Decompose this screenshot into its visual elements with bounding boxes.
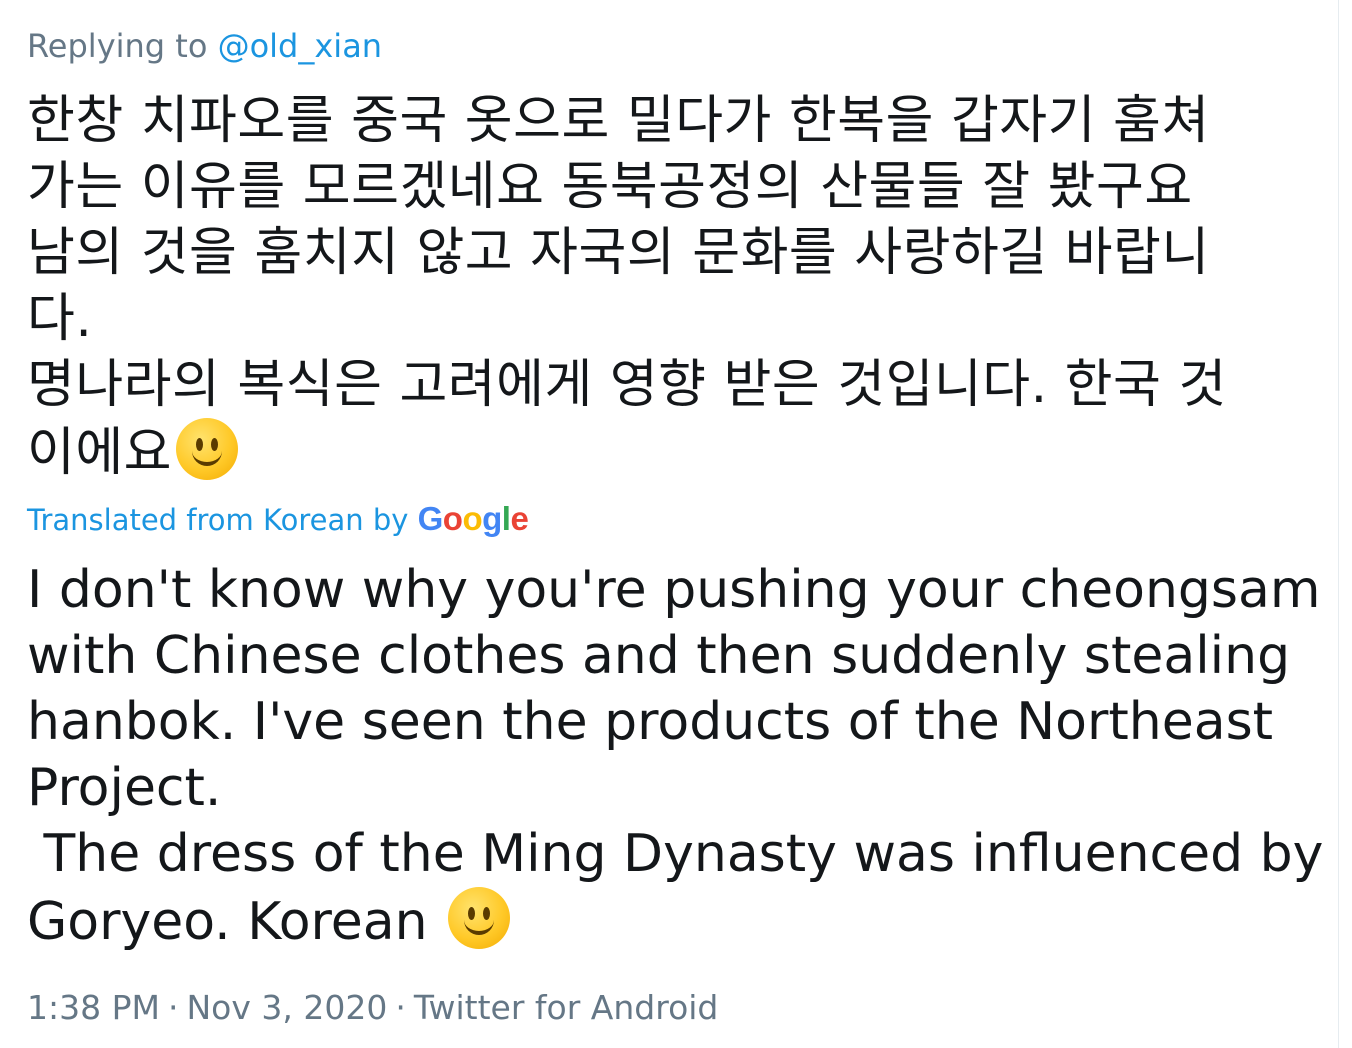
separator-dot: · [395,988,406,1027]
tweet-timestamp-line: 1:38 PM · Nov 3, 2020 · Twitter for Android [27,987,718,1029]
translated-from-link[interactable]: Translated from Korean by Google [27,500,529,539]
translated-text-line: with Chinese clothes and then suddenly s… [27,626,1291,686]
tweet-time-link[interactable]: 1:38 PM [27,988,160,1027]
tweet-detail: Replying to @old_xian 한창 치파오를 중국 옷으로 밀다가… [0,0,1338,1048]
replying-to-line: Replying to @old_xian [27,26,382,66]
separator-dot: · [167,988,179,1027]
original-text-line: 한창 치파오를 중국 옷으로 밀다가 한복을 갑자기 훔쳐 [27,91,1210,151]
original-text-line: 명나라의 복식은 고려에게 영향 받은 것입니다. 한국 것 [27,355,1227,415]
original-text-line-last: 이에요 [27,418,1317,486]
tweet-source-link[interactable]: Twitter for Android [414,988,719,1027]
original-text-line: 다. [27,289,93,349]
tweet-translated-text: I don't know why you're pushing your che… [27,557,1327,955]
google-letter: G [417,500,444,537]
original-text-line: 이에요 [27,423,173,483]
translated-text-line: I don't know why you're pushing your che… [27,560,1321,620]
translated-label: Translated from Korean by [27,503,409,537]
translated-text-line: hanbok. I've seen the products of the No… [27,692,1274,752]
google-letter: g [482,500,502,537]
original-text-line: 남의 것을 훔치지 않고 자국의 문화를 사랑하길 바랍니 [27,223,1210,283]
column-divider [1338,0,1339,1048]
google-logo: Google [418,500,529,537]
tweet-date-link[interactable]: Nov 3, 2020 [186,988,387,1027]
tweet-original-text: 한창 치파오를 중국 옷으로 밀다가 한복을 갑자기 훔쳐 가는 이유를 모르겠… [27,88,1317,486]
translated-text-line: The dress of the Ming Dynasty was influe… [27,824,1324,884]
google-letter: o [462,500,483,537]
translated-text-line: Project. [27,758,222,818]
slightly-smiling-face-icon [448,887,511,949]
google-letter: o [442,500,463,537]
translated-text-line-last: Goryeo. Korean [27,887,1327,955]
google-letter: e [510,500,529,537]
replying-to-label: Replying to [27,27,218,65]
slightly-smiling-face-icon [176,418,239,480]
original-text-line: 가는 이유를 모르겠네요 동북공정의 산물들 잘 봤구요 [27,157,1193,217]
reply-handle-link[interactable]: @old_xian [218,27,383,65]
translated-text-line: Goryeo. Korean [27,892,445,952]
